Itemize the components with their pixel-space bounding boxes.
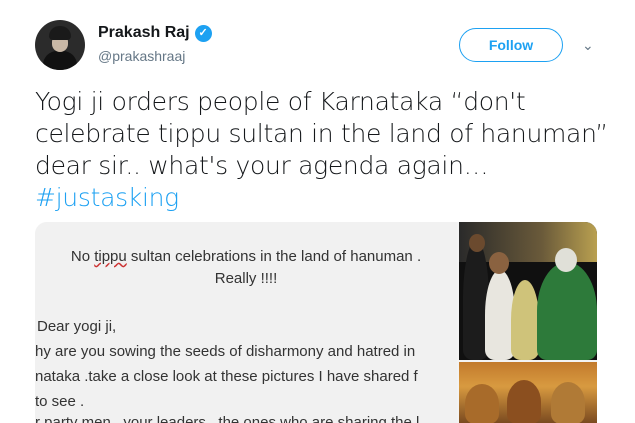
hashtag-link[interactable]: #justasking <box>35 183 179 212</box>
note-line: to see . <box>35 393 85 410</box>
note-line: nataka .take a close look at these pictu… <box>35 368 418 385</box>
photo-figure <box>507 380 541 423</box>
photo-head <box>469 234 485 252</box>
media-photo-bottom[interactable] <box>459 362 597 423</box>
photo-figure <box>465 384 499 423</box>
name-row: Prakash Raj ✓ <box>98 24 212 42</box>
avatar-hair <box>49 26 71 40</box>
note-line: Dear yogi ji, <box>37 318 117 335</box>
media-photos <box>459 222 597 423</box>
note-title-line2: Really !!!! <box>214 270 278 287</box>
chevron-down-icon[interactable]: ⌄ <box>582 38 596 52</box>
avatar[interactable] <box>35 20 85 70</box>
note-title: No tippu sultan celebrations in the land… <box>35 246 457 290</box>
photo-head <box>489 252 509 274</box>
media-note-image[interactable]: No tippu sultan celebrations in the land… <box>35 222 457 423</box>
photo-figure <box>511 280 539 360</box>
media-photo-top[interactable] <box>459 222 597 360</box>
note-title-before: No <box>70 248 95 265</box>
follow-button[interactable]: Follow <box>459 28 563 62</box>
verified-badge-icon: ✓ <box>194 24 212 42</box>
avatar-body <box>43 51 77 70</box>
author-handle[interactable]: @prakashraaj <box>98 48 185 64</box>
tweet-header: Prakash Raj ✓ @prakashraaj Follow ⌄ <box>0 0 635 80</box>
photo-figure <box>551 382 585 423</box>
photo-head <box>555 248 577 272</box>
photo-figure <box>537 262 597 360</box>
note-line: r party men , your leaders , the ones wh… <box>35 414 420 423</box>
tweet-body: Yogi ji orders people of Karnataka “don'… <box>35 87 608 180</box>
note-line: hy are you sowing the seeds of disharmon… <box>35 343 416 360</box>
note-title-word: tippu <box>94 248 127 265</box>
tweet-text: Yogi ji orders people of Karnataka “don'… <box>35 86 615 214</box>
tweet-media[interactable]: No tippu sultan celebrations in the land… <box>35 222 597 423</box>
note-title-after: sultan celebrations in the land of hanum… <box>126 248 422 265</box>
author-name[interactable]: Prakash Raj <box>98 24 190 42</box>
